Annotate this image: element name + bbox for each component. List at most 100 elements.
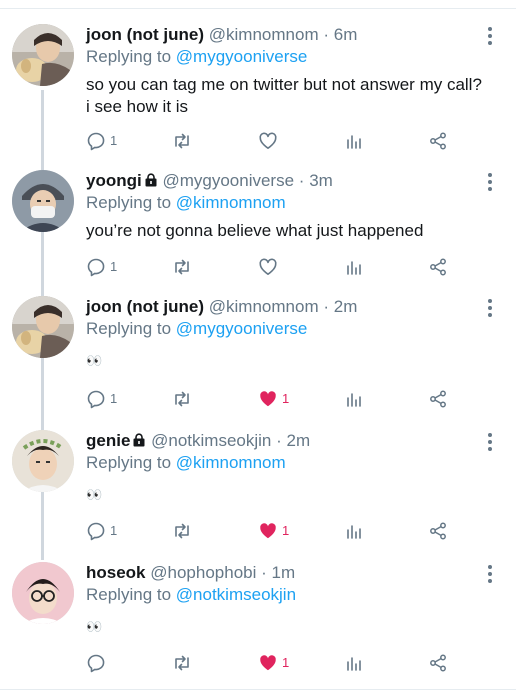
- avatar[interactable]: [12, 562, 74, 624]
- tweet-text: you’re not gonna believe what just happe…: [86, 221, 424, 240]
- replying-to-label: Replying to: [86, 47, 172, 66]
- share-button[interactable]: [428, 520, 448, 542]
- tweet-text: 👀: [86, 619, 103, 634]
- replying-to-line: Replying to @kimnomnom: [86, 192, 286, 214]
- analytics-bars-icon: [347, 135, 361, 149]
- separator-dot: ·: [276, 431, 282, 450]
- mention-link[interactable]: @kimnomnom: [176, 193, 286, 212]
- retweet-icon: [175, 655, 189, 671]
- display-name[interactable]: genie: [86, 431, 130, 450]
- more-options-icon[interactable]: [484, 564, 496, 584]
- lock-icon: [133, 433, 145, 447]
- share-icon: [430, 654, 446, 672]
- mention-link[interactable]: @kimnomnom: [176, 453, 286, 472]
- hoseok-glasses-avatar-icon: [12, 562, 74, 624]
- user-handle[interactable]: @mygyooniverse: [162, 171, 294, 190]
- display-name[interactable]: joon (not june): [86, 297, 204, 316]
- share-button[interactable]: [428, 652, 448, 674]
- user-handle[interactable]: @hophophobi: [150, 563, 256, 582]
- more-options-icon[interactable]: [484, 172, 496, 192]
- mention-link[interactable]: @mygyooniverse: [176, 47, 308, 66]
- reply-button[interactable]: [86, 652, 110, 674]
- mention-link[interactable]: @mygyooniverse: [176, 319, 308, 338]
- share-icon: [430, 132, 446, 150]
- avatar[interactable]: [12, 430, 74, 492]
- retweet-button[interactable]: [172, 520, 196, 542]
- reply-count: 1: [110, 259, 118, 274]
- share-button[interactable]: [428, 130, 448, 152]
- tweet[interactable]: genie @notkimseokjin · 2m Replying to @k…: [0, 430, 516, 562]
- more-options-icon[interactable]: [484, 432, 496, 452]
- mention-link[interactable]: @notkimseokjin: [176, 585, 296, 604]
- display-name[interactable]: yoongi: [86, 171, 142, 190]
- avatar[interactable]: [12, 170, 74, 232]
- analytics-button[interactable]: [344, 520, 364, 542]
- reply-count: 1: [110, 391, 118, 406]
- user-handle[interactable]: @kimnomnom: [209, 25, 319, 44]
- reply-button[interactable]: 1: [86, 130, 117, 152]
- heart-filled-icon: [260, 655, 276, 671]
- bottom-divider: [0, 689, 516, 690]
- analytics-button[interactable]: [344, 256, 364, 278]
- reply-count: 1: [110, 523, 118, 538]
- tweet[interactable]: hoseok @hophophobi · 1m Replying to @not…: [0, 562, 516, 694]
- replying-to-line: Replying to @kimnomnom: [86, 452, 286, 474]
- retweet-button[interactable]: [172, 256, 196, 278]
- analytics-button[interactable]: [344, 652, 364, 674]
- like-count: 1: [282, 523, 290, 538]
- replying-to-label: Replying to: [86, 193, 172, 212]
- timestamp[interactable]: 2m: [287, 431, 311, 450]
- reply-button[interactable]: 1: [86, 388, 117, 410]
- like-button[interactable]: [258, 130, 282, 152]
- heart-outline-icon: [259, 132, 277, 149]
- tweet-header: hoseok @hophophobi · 1m: [86, 562, 295, 584]
- share-button[interactable]: [428, 256, 448, 278]
- display-name[interactable]: joon (not june): [86, 25, 204, 44]
- timestamp[interactable]: 3m: [309, 171, 333, 190]
- tweet[interactable]: yoongi @mygyooniverse · 3m Replying to @…: [0, 170, 516, 302]
- top-divider: [0, 8, 516, 9]
- analytics-button[interactable]: [344, 388, 364, 410]
- like-button[interactable]: [258, 256, 282, 278]
- separator-dot: ·: [323, 297, 330, 316]
- like-button[interactable]: 1: [258, 388, 289, 410]
- timestamp[interactable]: 6m: [334, 25, 358, 44]
- avatar[interactable]: [12, 296, 74, 358]
- reply-button[interactable]: 1: [86, 256, 117, 278]
- user-handle[interactable]: @notkimseokjin: [151, 431, 271, 450]
- tweet-header: yoongi @mygyooniverse · 3m: [86, 170, 333, 192]
- avatar[interactable]: [12, 24, 74, 86]
- user-handle[interactable]: @kimnomnom: [209, 297, 319, 316]
- tweet-text: 👀: [86, 487, 103, 502]
- like-count: 1: [282, 655, 290, 670]
- analytics-button[interactable]: [344, 130, 364, 152]
- more-options-icon[interactable]: [484, 298, 496, 318]
- reply-button[interactable]: 1: [86, 520, 117, 542]
- analytics-bars-icon: [347, 393, 361, 407]
- like-button[interactable]: 1: [258, 652, 289, 674]
- replying-to-line: Replying to @mygyooniverse: [86, 46, 307, 68]
- tweet[interactable]: joon (not june) @kimnomnom · 2m Replying…: [0, 296, 516, 428]
- like-count: 1: [282, 391, 290, 406]
- yoongi-mask-avatar-icon: [12, 170, 74, 232]
- more-options-icon[interactable]: [484, 26, 496, 46]
- replying-to-label: Replying to: [86, 319, 172, 338]
- retweet-button[interactable]: [172, 652, 196, 674]
- like-button[interactable]: 1: [258, 520, 289, 542]
- timestamp[interactable]: 2m: [334, 297, 358, 316]
- share-icon: [430, 390, 446, 408]
- retweet-button[interactable]: [172, 130, 196, 152]
- timestamp[interactable]: 1m: [272, 563, 296, 582]
- display-name[interactable]: hoseok: [86, 563, 146, 582]
- joon-dog-avatar-icon: [12, 24, 74, 86]
- separator-dot: ·: [298, 171, 305, 190]
- retweet-button[interactable]: [172, 388, 196, 410]
- retweet-icon: [175, 133, 189, 149]
- tweet[interactable]: joon (not june) @kimnomnom · 6m Replying…: [0, 24, 516, 156]
- reply-icon: [87, 258, 105, 277]
- reply-count: 1: [110, 133, 118, 148]
- share-button[interactable]: [428, 388, 448, 410]
- share-icon: [430, 258, 446, 276]
- retweet-icon: [175, 391, 189, 407]
- action-bar: 1 1: [86, 388, 466, 410]
